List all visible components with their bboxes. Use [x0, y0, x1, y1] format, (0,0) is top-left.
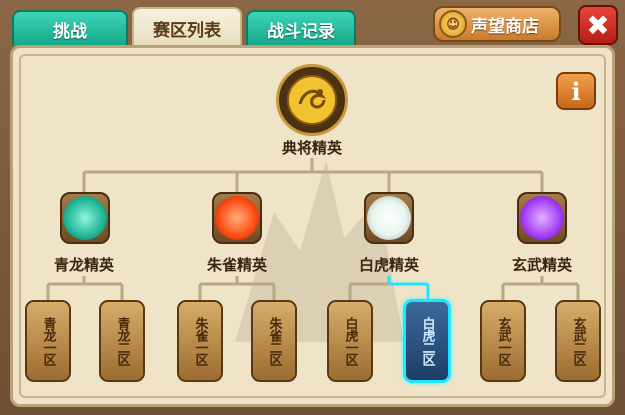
group-label-azure-dragon: 青龙精英 [53, 256, 114, 274]
zone-label: 青龙一区 [40, 317, 56, 365]
zone-vermilion-bird-2[interactable]: 朱雀二区 [251, 300, 297, 382]
black-tortoise-icon [520, 196, 564, 240]
zone-white-tiger-1[interactable]: 白虎一区 [327, 300, 373, 382]
group-label-black-tortoise: 玄武精英 [511, 256, 572, 274]
zone-white-tiger-2-selected[interactable]: 白虎二区 [403, 299, 451, 383]
zone-black-tortoise-2[interactable]: 玄武二区 [555, 300, 601, 382]
group-node-azure-dragon[interactable] [60, 192, 110, 244]
zone-vermilion-bird-1[interactable]: 朱雀一区 [177, 300, 223, 382]
zone-label: 玄武一区 [495, 317, 511, 365]
azure-dragon-icon [63, 196, 107, 240]
game-window: 挑战 赛区列表 战斗记录 ☺ 声望商店 ✖ i 典将精英 青龙精英 朱雀精英 白… [0, 0, 625, 415]
group-node-white-tiger[interactable] [364, 192, 414, 244]
top-node-label: 典将精英 [281, 139, 342, 157]
zone-azure-dragon-1[interactable]: 青龙一区 [25, 300, 71, 382]
zone-label: 青龙二区 [114, 317, 130, 365]
zone-label: 朱雀二区 [266, 317, 282, 365]
zone-azure-dragon-2[interactable]: 青龙二区 [99, 300, 145, 382]
zone-label: 玄武二区 [570, 317, 586, 365]
group-label-white-tiger: 白虎精英 [358, 256, 419, 274]
white-tiger-icon [367, 196, 411, 240]
top-elite-node[interactable] [276, 64, 348, 136]
zone-black-tortoise-1[interactable]: 玄武一区 [480, 300, 526, 382]
group-node-vermilion-bird[interactable] [212, 192, 262, 244]
group-label-vermilion-bird: 朱雀精英 [206, 256, 267, 274]
golden-dragon-emblem-icon [287, 75, 337, 125]
zone-label: 朱雀一区 [192, 317, 208, 365]
zone-label: 白虎一区 [342, 317, 358, 365]
zone-label: 白虎二区 [419, 317, 435, 365]
vermilion-bird-icon [215, 196, 259, 240]
group-node-black-tortoise[interactable] [517, 192, 567, 244]
